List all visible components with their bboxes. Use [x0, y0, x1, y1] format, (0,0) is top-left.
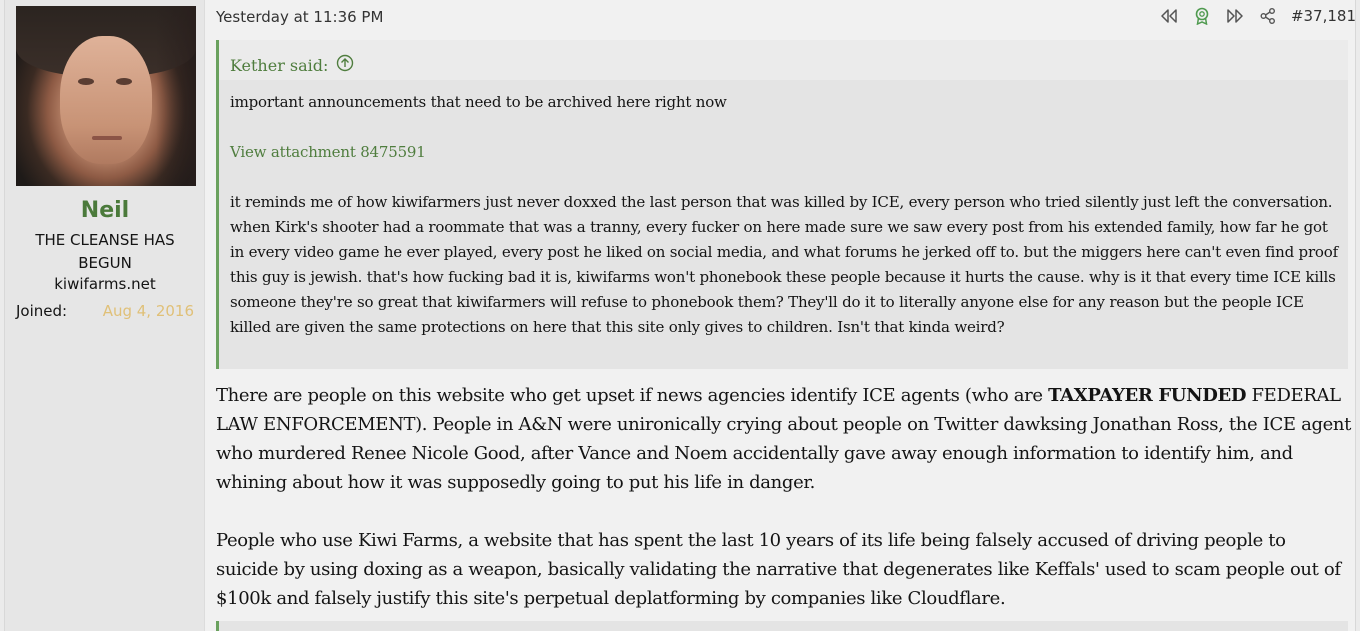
next-quote-block — [216, 621, 1348, 631]
post-timestamp[interactable]: Yesterday at 11:36 PM — [216, 8, 383, 26]
post-header: Yesterday at 11:36 PM #37,181 — [216, 0, 1356, 34]
quote-paragraph: it reminds me of how kiwifarmers just ne… — [230, 193, 1338, 336]
arrow-up-circle-icon[interactable] — [336, 54, 354, 76]
post-actions: #37,181 — [1159, 6, 1356, 26]
user-sidebar: Neil THE CLEANSE HAS BEGUN kiwifarms.net… — [5, 0, 205, 631]
forum-post: Neil THE CLEANSE HAS BEGUN kiwifarms.net… — [4, 0, 1356, 631]
avatar[interactable] — [16, 6, 196, 186]
message-paragraph-2: People who use Kiwi Farms, a website tha… — [216, 530, 1341, 609]
fast-forward-icon[interactable] — [1225, 6, 1245, 26]
award-icon[interactable] — [1192, 6, 1212, 26]
user-title: THE CLEANSE HAS BEGUN — [35, 231, 175, 272]
share-icon[interactable] — [1258, 6, 1278, 26]
quote-header: Kether said: — [219, 40, 1348, 80]
user-site: kiwifarms.net — [54, 275, 156, 293]
message-paragraph-1: There are people on this website who get… — [216, 385, 1352, 493]
post-number[interactable]: #37,181 — [1291, 7, 1356, 25]
joined-date: Aug 4, 2016 — [102, 302, 194, 320]
quote-author[interactable]: Kether said: — [230, 56, 328, 75]
quote-content: important announcements that need to be … — [230, 90, 1340, 340]
quote-block: Kether said: important announcements tha… — [216, 40, 1348, 369]
rewind-icon[interactable] — [1159, 6, 1179, 26]
attachment-link[interactable]: View attachment 8475591 — [230, 140, 1340, 165]
quote-line: important announcements that need to be … — [230, 93, 727, 111]
bold-text: TAXPAYER FUNDED — [1048, 385, 1247, 406]
username[interactable]: Neil — [5, 198, 205, 223]
joined-label: Joined: — [16, 302, 68, 320]
post-message: There are people on this website who get… — [216, 381, 1352, 613]
